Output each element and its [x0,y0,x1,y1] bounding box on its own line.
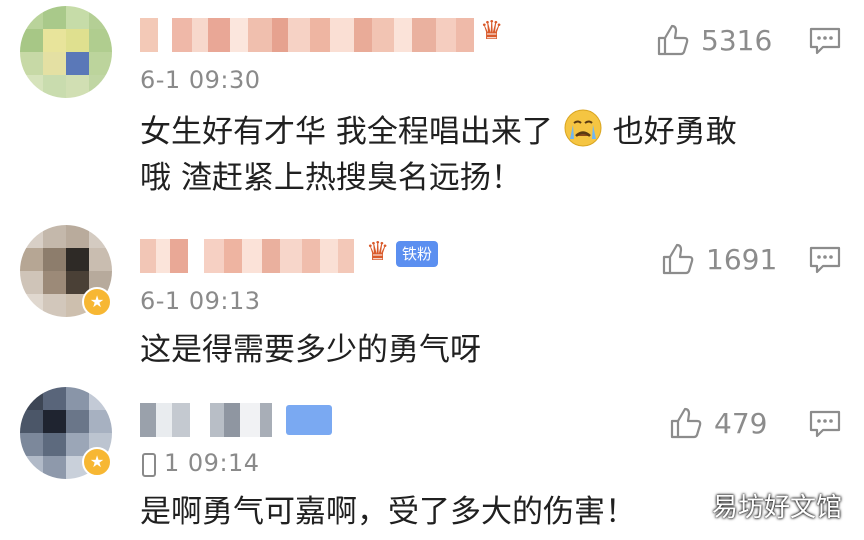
comment-text-part: 也好勇敢 [612,114,737,150]
like-count: 479 [714,406,768,440]
thumbs-up-icon [670,407,702,439]
fan-badge: 铁粉 [396,241,439,267]
thumbs-up-icon [662,243,694,275]
username-blurred[interactable] [140,403,272,437]
username-blurred[interactable] [140,18,474,52]
comment-2: ★ ♛ 铁粉 6-1 09:13 这是得需要多少的勇气呀 1691 [0,215,864,385]
username-blurred[interactable] [140,239,354,273]
like-button[interactable]: 1691 [660,241,777,277]
like-button[interactable]: 479 [668,405,767,441]
member-tag [286,405,332,435]
reply-icon[interactable] [808,26,842,56]
comment-time: 6-1 09:13 [140,287,261,315]
crying-face-icon [564,109,602,147]
reply-icon[interactable] [808,409,842,439]
star-badge-icon: ★ [82,287,112,317]
comment-text-part: 哦 渣赶紧上热搜臭名远扬！ [140,160,522,196]
comment-text: 女生好有才华 我全程唱出来了 也好勇敢 哦 渣赶紧上热搜臭名远扬！ [140,108,830,201]
like-button[interactable]: 5316 [655,22,772,58]
comment-1: ♛ 6-1 09:30 女生好有才华 我全程唱出来了 也好勇敢 哦 渣赶紧上热搜… [0,0,864,215]
crown-icon: ♛ [480,16,504,46]
phone-icon [142,453,156,477]
thumbs-up-icon [657,24,689,56]
comment-text: 是啊勇气可嘉啊，受了多大的伤害！ [140,494,636,530]
comment-text: 这是得需要多少的勇气呀 [140,332,481,368]
comment-time: 6-1 09:30 [140,66,261,94]
star-badge-icon: ★ [82,447,112,477]
like-count: 1691 [706,242,778,276]
comment-time: 1 09:14 [164,449,260,477]
watermark: 易坊好文馆 [711,493,842,523]
comment-text-part: 女生好有才华 我全程唱出来了 [140,114,553,150]
reply-icon[interactable] [808,245,842,275]
like-count: 5316 [701,23,773,57]
avatar[interactable] [20,6,112,98]
crown-icon: ♛ [366,237,390,267]
